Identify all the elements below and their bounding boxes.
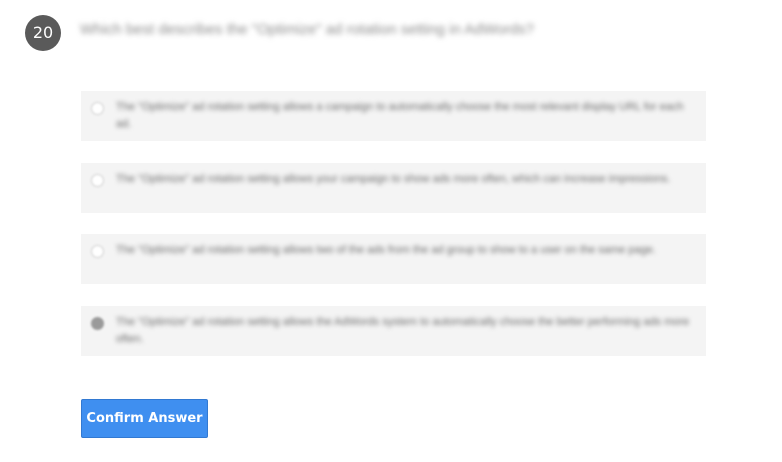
radio-button-1[interactable] bbox=[91, 102, 104, 115]
answer-options: The "Optimize" ad rotation setting allow… bbox=[81, 91, 706, 378]
answer-option-1-label: The "Optimize" ad rotation setting allow… bbox=[116, 101, 684, 130]
radio-button-4[interactable] bbox=[91, 317, 104, 330]
radio-button-3[interactable] bbox=[91, 245, 104, 258]
answer-option-3-label: The "Optimize" ad rotation setting allow… bbox=[116, 244, 656, 256]
confirm-answer-button[interactable]: Confirm Answer bbox=[81, 399, 208, 438]
question-text: Which best describes the "Optimize" ad r… bbox=[80, 21, 534, 38]
answer-option-3[interactable]: The "Optimize" ad rotation setting allow… bbox=[81, 234, 706, 284]
radio-button-2[interactable] bbox=[91, 174, 104, 187]
answer-option-4-label: The "Optimize" ad rotation setting allow… bbox=[116, 316, 690, 345]
answer-option-4[interactable]: The "Optimize" ad rotation setting allow… bbox=[81, 306, 706, 356]
question-number-badge: 20 bbox=[25, 15, 61, 51]
answer-option-2-label: The "Optimize" ad rotation setting allow… bbox=[116, 173, 671, 185]
answer-option-2[interactable]: The "Optimize" ad rotation setting allow… bbox=[81, 163, 706, 213]
answer-option-1[interactable]: The "Optimize" ad rotation setting allow… bbox=[81, 91, 706, 141]
